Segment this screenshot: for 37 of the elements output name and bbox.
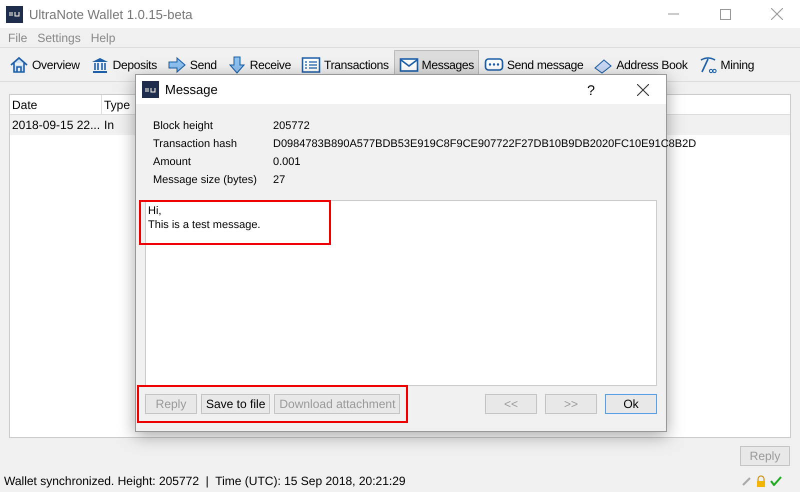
toolbar-button[interactable]: Send (162, 50, 222, 80)
toolbar-button[interactable]: Transactions (296, 50, 394, 80)
field-value: 205772 (273, 120, 311, 134)
field-label: Block height (153, 120, 214, 134)
message-line: Hi, (148, 204, 162, 218)
dialog-button[interactable]: Ok (605, 394, 657, 414)
status-text: Wallet synchronized. Height: 205772 | Time (UTC): 15 Sep 2018, 20:21:29 (4, 474, 407, 488)
right-arrow-icon (166, 54, 187, 74)
app-logo-icon (6, 6, 23, 22)
app-logo-icon (142, 81, 159, 98)
toolbar-button[interactable]: Receive (222, 50, 296, 80)
window-title: UltraNote Wallet 1.0.15-beta (29, 6, 194, 22)
field-value: 27 (273, 174, 286, 188)
lock-icon (756, 475, 766, 487)
table-cell-text: 2018-09-15 22... (11, 117, 102, 134)
field-label: Message size (bytes) (153, 174, 258, 188)
column-header[interactable]: Date (10, 95, 102, 114)
dialog-button[interactable]: Save to file (201, 394, 270, 414)
minimize-icon[interactable] (668, 13, 678, 15)
field-label: Transaction hash (153, 138, 238, 152)
toolbar-button[interactable]: Deposits (84, 50, 162, 80)
dialog-title: Message (165, 82, 219, 97)
toolbar-button[interactable]: Overview (4, 50, 85, 80)
field-value: D0984783B890A577BDB53E919C8F9CE907722F27DB10B9DB2020FC10E91C8B2D (273, 138, 696, 152)
down-arrow-icon (226, 54, 247, 74)
pickaxe-icon (698, 54, 718, 74)
maximize-icon[interactable] (720, 8, 730, 20)
close-icon[interactable] (637, 84, 649, 96)
house-icon (9, 54, 29, 74)
field-value: 0.001 (273, 156, 302, 170)
list-icon (301, 54, 322, 74)
check-icon (770, 476, 782, 486)
message-line: This is a test message. (148, 218, 262, 232)
toolbar-button[interactable]: Mining (692, 50, 760, 80)
pen-icon (742, 476, 752, 486)
field-label: Amount (153, 156, 192, 170)
table-cell-text: In (103, 117, 116, 134)
